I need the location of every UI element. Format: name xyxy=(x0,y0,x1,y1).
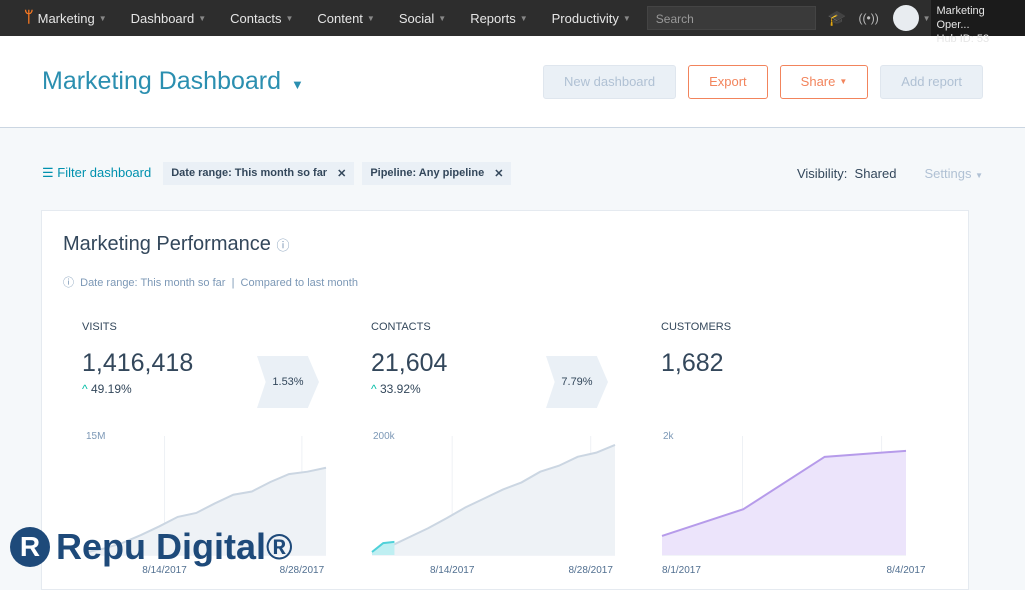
repu-logo-icon: R xyxy=(10,527,50,567)
charts: 15M8/14/20178/28/2017200k8/14/20178/28/2… xyxy=(0,0,1025,578)
x-tick-label: 8/4/2017 xyxy=(887,565,926,576)
x-tick-label: 8/28/2017 xyxy=(568,565,613,576)
y-axis-max-label: 15M xyxy=(86,431,105,442)
x-tick-label: 8/1/2017 xyxy=(662,565,701,576)
watermark-text: Repu Digital® xyxy=(56,526,293,568)
repu-digital-watermark: RRepu Digital® xyxy=(10,526,293,568)
x-tick-label: 8/14/2017 xyxy=(430,565,475,576)
y-axis-max-label: 2k xyxy=(663,431,675,442)
series-area xyxy=(662,451,906,555)
y-axis-max-label: 200k xyxy=(373,431,396,442)
